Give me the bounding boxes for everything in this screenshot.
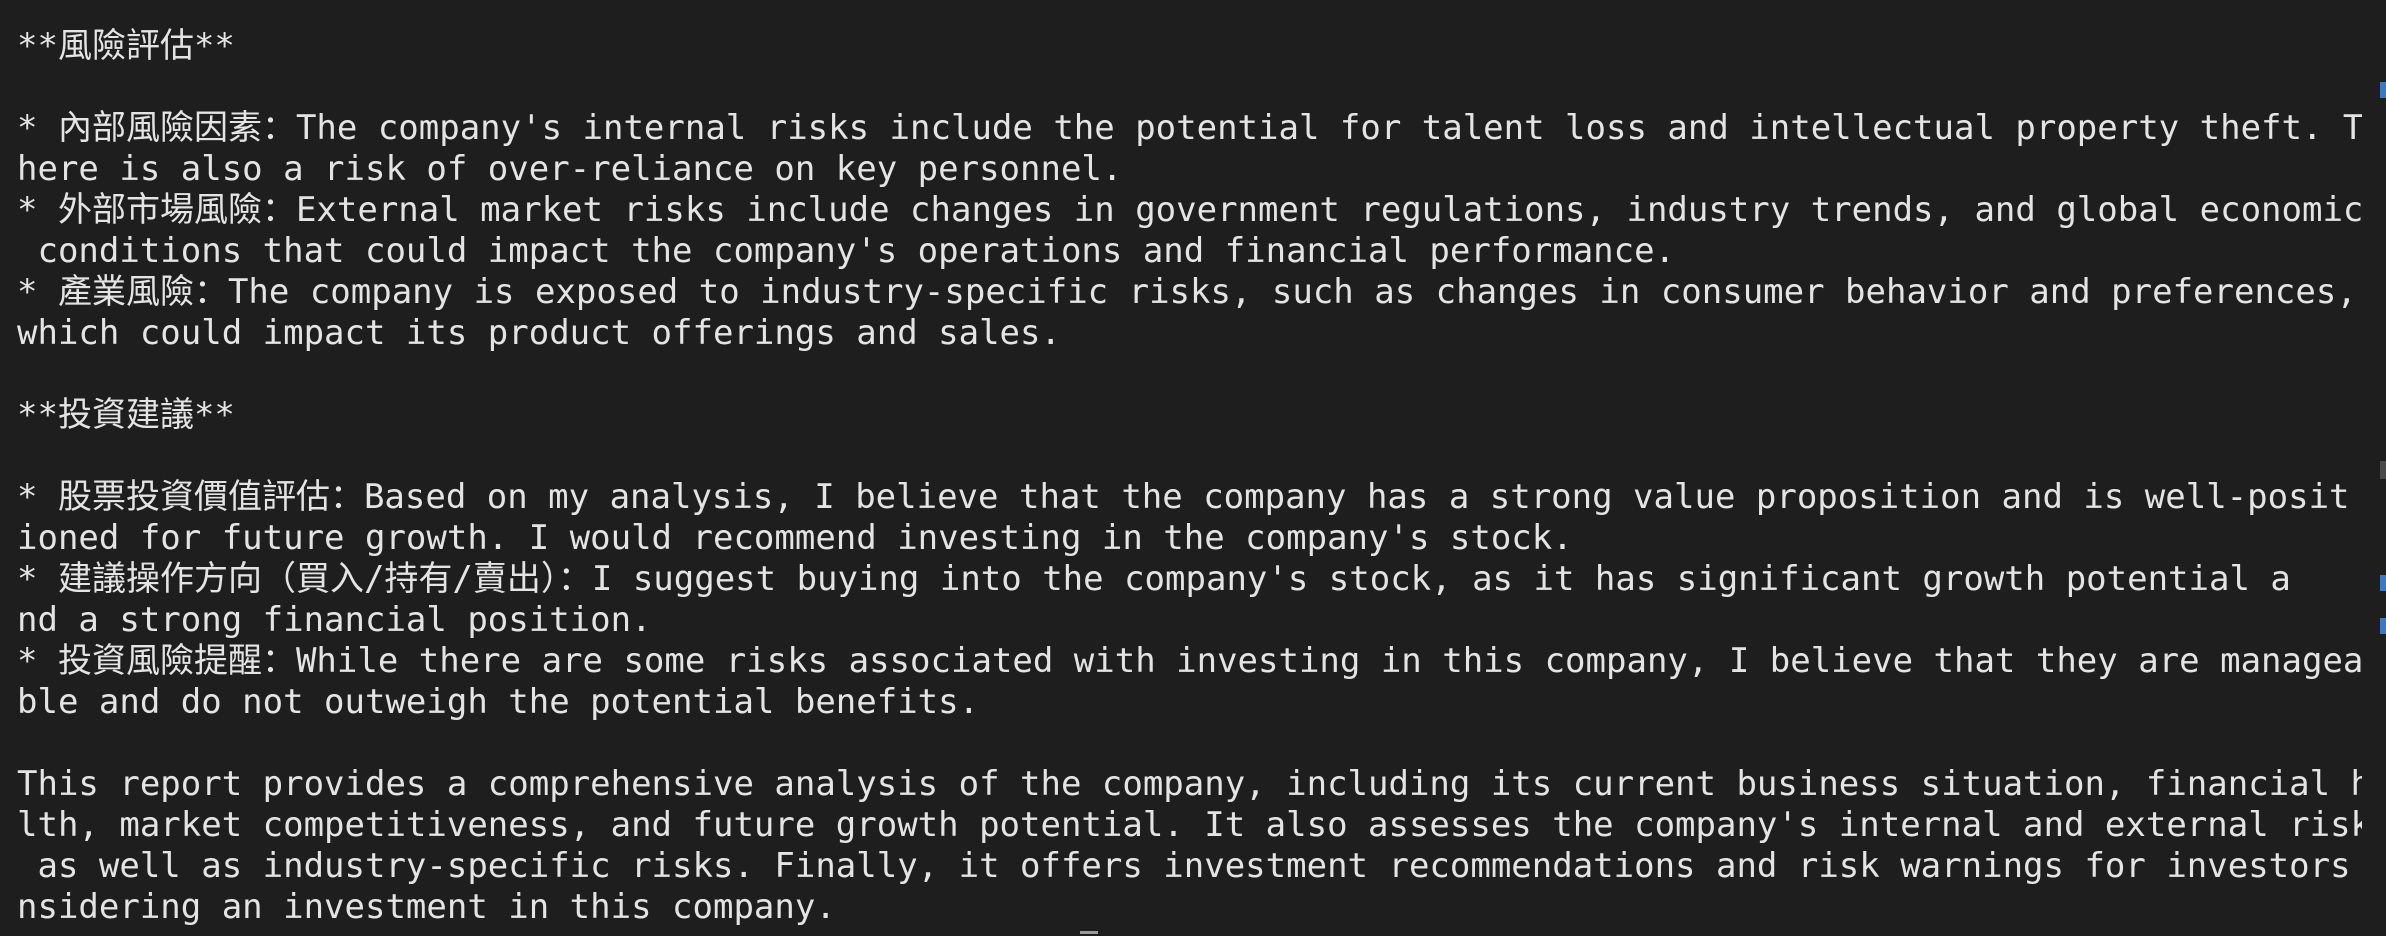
scrollbar-marker[interactable] (2380, 461, 2386, 479)
output-line: * 投資風險提醒：While there are some risks asso… (17, 641, 2362, 681)
output-line: * 內部風險因素：The company's internal risks in… (17, 108, 2362, 148)
summary-line: This report provides a comprehensive ana… (17, 764, 2362, 804)
heading-risk-assessment: **風險評估** (17, 26, 235, 66)
output-line: ble and do not outweigh the potential be… (17, 682, 980, 722)
heading-investment-advice: **投資建議** (17, 395, 235, 435)
scrollbar-marker[interactable] (2380, 82, 2386, 98)
scrollbar-marker[interactable] (2380, 618, 2386, 634)
output-line: ioned for future growth. I would recomme… (17, 518, 1573, 558)
output-line: * 產業風險：The company is exposed to industr… (17, 272, 2357, 312)
summary-line: lth, market competitiveness, and future … (17, 805, 2362, 845)
output-line: * 外部市場風險：External market risks include c… (17, 190, 2362, 230)
scrollbar-marker[interactable] (2380, 575, 2386, 591)
output-line: nd a strong financial position. (17, 600, 652, 640)
output-line: * 建議操作方向（買入/持有/賣出）：I suggest buying into… (17, 559, 2291, 599)
output-line: conditions that could impact the company… (17, 231, 1676, 271)
terminal-cursor (1080, 931, 1098, 934)
output-line: * 股票投資價值評估：Based on my analysis, I belie… (17, 477, 2350, 517)
summary-line: as well as industry-specific risks. Fina… (17, 846, 2362, 886)
output-line: here is also a risk of over-reliance on … (17, 149, 1123, 189)
summary-line: nsidering an investment in this company. (17, 887, 836, 927)
output-line: which could impact its product offerings… (17, 313, 1061, 353)
terminal-window[interactable]: **風險評估** * 內部風險因素：The company's internal… (0, 0, 2386, 936)
terminal-output: **風險評估** * 內部風險因素：The company's internal… (17, 26, 2362, 928)
